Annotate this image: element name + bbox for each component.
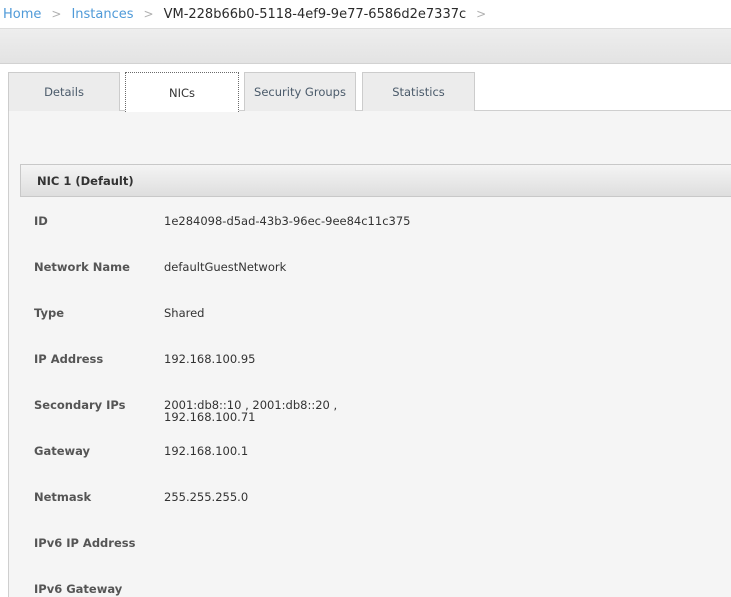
detail-row-ip-address: IP Address 192.168.100.95 [34,352,724,392]
field-label: IP Address [34,352,104,366]
field-label: Netmask [34,490,92,504]
breadcrumb-separator: > [476,7,487,21]
detail-row-network-name: Network Name defaultGuestNetwork [34,260,724,300]
breadcrumb-instances-link[interactable]: Instances [71,7,133,22]
nic-section-header: NIC 1 (Default) [20,164,731,197]
detail-row-ipv6-gateway: IPv6 Gateway [34,582,724,597]
breadcrumb-home-link[interactable]: Home [3,7,41,22]
field-label: IPv6 Gateway [34,582,123,596]
field-label: Network Name [34,260,130,274]
detail-row-ipv6-address: IPv6 IP Address [34,536,724,576]
detail-row-gateway: Gateway 192.168.100.1 [34,444,724,484]
field-label: Secondary IPs [34,398,126,412]
field-value: 2001:db8::10 , 2001:db8::20 , 192.168.10… [164,398,338,424]
tab-details-label: Details [44,85,84,99]
tab-nics-label: NICs [168,85,195,100]
detail-row-id: ID 1e284098-d5ad-43b3-96ec-9ee84c11c375 [34,214,724,254]
breadcrumb-separator: > [51,7,62,21]
field-value: 192.168.100.95 [164,352,256,366]
field-value: 1e284098-d5ad-43b3-96ec-9ee84c11c375 [164,214,411,228]
tab-nics[interactable]: NICs [125,72,239,112]
field-label: Type [34,306,65,320]
toolbar [0,28,731,64]
tab-security-groups-label: Security Groups [254,85,346,99]
field-label: Gateway [34,444,91,458]
tab-statistics[interactable]: Statistics [362,72,475,111]
tab-details[interactable]: Details [8,72,120,111]
field-value: 192.168.100.1 [164,444,249,458]
nic-section-title: NIC 1 (Default) [37,173,134,188]
field-value: Shared [164,306,205,320]
breadcrumb-current-instance: VM-228b66b0-5118-4ef9-9e77-6586d2e7337c [163,6,467,22]
field-label: ID [34,214,48,228]
detail-row-netmask: Netmask 255.255.255.0 [34,490,724,530]
detail-row-type: Type Shared [34,306,724,346]
field-value: 255.255.255.0 [164,490,249,504]
tab-security-groups[interactable]: Security Groups [244,72,356,111]
detail-row-secondary-ips: Secondary IPs 2001:db8::10 , 2001:db8::2… [34,398,724,438]
field-value: defaultGuestNetwork [164,260,287,274]
breadcrumb: Home > Instances > VM-228b66b0-5118-4ef9… [0,0,731,28]
breadcrumb-separator: > [143,7,154,21]
field-label: IPv6 IP Address [34,536,136,550]
tab-statistics-label: Statistics [392,85,445,99]
